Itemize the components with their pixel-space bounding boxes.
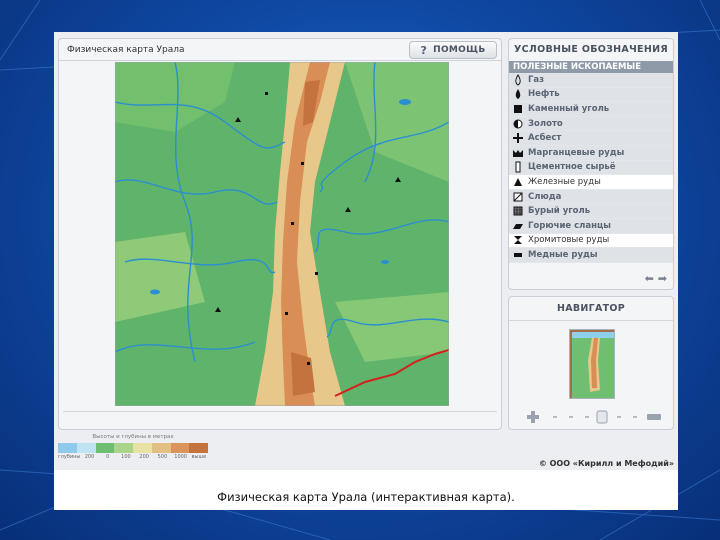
map-title: Физическая карта Урала [67,45,185,55]
help-button[interactable]: ? ПОМОЩЬ [409,41,497,59]
scale-label: 500 [157,454,168,460]
scale-swatch [151,443,171,453]
legend-item-label: Каменный уголь [528,103,610,114]
navigator-title: НАВИГАТОР [509,297,673,321]
zoom-in-icon[interactable] [527,411,539,423]
legend-item-asbestos[interactable]: Асбест [509,131,673,146]
legend-item-copper[interactable]: Медные руды [509,248,673,263]
legend-item-label: Асбест [528,133,562,144]
legend-item-label: Хромитовые руды [528,235,610,246]
navigator-thumbnail[interactable] [569,329,615,399]
cement-icon [512,161,524,173]
copyright-text: © ООО «Кирилл и Мефодий» [538,459,674,468]
arrow-left-icon[interactable]: ⬅ [645,272,654,285]
oil-icon [512,88,524,100]
help-label: ПОМОЩЬ [433,45,486,55]
map-header: Физическая карта Урала ? ПОМОЩЬ [59,39,501,61]
scale-label: 200 [84,454,95,460]
legend-item-gas[interactable]: Газ [509,73,673,88]
iron-icon [512,176,524,188]
zoom-slider-thumb[interactable] [596,410,608,424]
ural-physical-map [115,62,449,406]
legend-item-label: Железные руды [528,176,601,187]
legend-item-label: Горючие сланцы [528,220,611,231]
gold-icon [512,118,524,130]
legend-item-label: Бурый уголь [528,206,591,217]
scale-swatch [189,443,208,453]
shale-icon [512,220,524,232]
chromite-icon [512,234,524,246]
legend-item-label: Слюда [528,191,562,202]
legend-item-label: Нефть [528,89,560,100]
scale-swatch [76,443,96,453]
question-icon: ? [420,43,428,57]
brown-coal-icon [512,205,524,217]
asbestos-icon [512,132,524,144]
legend-item-label: Газ [528,74,545,85]
coal-icon [512,103,524,115]
gas-icon [512,73,524,86]
legend-item-label: Марганцевые руды [528,147,625,158]
legend-pager: ⬅ ➡ [645,272,667,285]
scale-label: 100 [121,454,131,460]
legend-panel: УСЛОВНЫЕ ОБОЗНАЧЕНИЯ ПОЛЕЗНЫЕ ИСКОПАЕМЫЕ… [508,38,674,290]
legend-item-iron[interactable]: Железные руды [509,175,673,190]
legend-section-header: ПОЛЕЗНЫЕ ИСКОПАЕМЫЕ [509,61,673,73]
scale-label: выше [191,454,207,460]
legend-item-manganese[interactable]: Марганцевые руды [509,145,673,161]
legend-item-label: Цементное сырьё [528,162,616,173]
slide-caption: Физическая карта Урала (интерактивная ка… [217,490,515,504]
navigator-panel: НАВИГАТОР [508,296,674,430]
scale-swatch [114,443,133,453]
legend-item-mica[interactable]: Слюда [509,189,673,205]
legend-item-chromite[interactable]: Хромитовые руды [509,233,673,249]
manganese-icon [512,147,524,159]
legend-item-label: Медные руды [528,249,598,260]
slide: Физическая карта Урала ? ПОМОЩЬ УСЛОВНЫЕ… [54,32,678,510]
legend-item-coal[interactable]: Каменный уголь [509,102,673,117]
scale-swatch [58,443,77,453]
zoom-control [523,409,663,425]
legend-item-label: Золото [528,118,563,129]
legend-list: Газ Нефть Каменный уголь Золото Асбест М… [509,73,673,263]
legend-item-gold[interactable]: Золото [509,116,673,132]
legend-title: УСЛОВНЫЕ ОБОЗНАЧЕНИЯ [514,44,668,55]
scale-swatch [170,443,190,453]
scale-caption: Высоты и глубины в метрах [92,434,174,440]
copper-icon [512,249,524,261]
navigator-minimap [570,330,614,398]
arrow-right-icon[interactable]: ➡ [658,272,667,285]
map-panel: Физическая карта Урала ? ПОМОЩЬ [58,38,502,430]
map-view[interactable] [115,62,449,406]
scale-swatch [95,443,115,453]
map-status-bar [63,411,497,427]
legend-item-shale[interactable]: Горючие сланцы [509,218,673,234]
scale-label: 200 [139,454,149,460]
scale-label: глубины [58,454,81,460]
interactive-map-app: Физическая карта Урала ? ПОМОЩЬ УСЛОВНЫЕ… [54,32,678,470]
mica-icon [512,191,524,203]
scale-swatch [133,443,152,453]
zoom-out-icon[interactable] [647,414,661,420]
scale-color-bar [58,443,208,453]
legend-item-cement[interactable]: Цементное сырьё [509,160,673,176]
scale-label: 0 [106,454,110,460]
elevation-scale: Высоты и глубины в метрах глубины 200 0 … [58,434,208,464]
legend-item-brown-coal[interactable]: Бурый уголь [509,204,673,219]
legend-item-oil[interactable]: Нефть [509,87,673,103]
scale-labels: глубины 200 0 100 200 500 1000 выше [58,454,208,460]
scale-label: 1000 [174,454,187,460]
